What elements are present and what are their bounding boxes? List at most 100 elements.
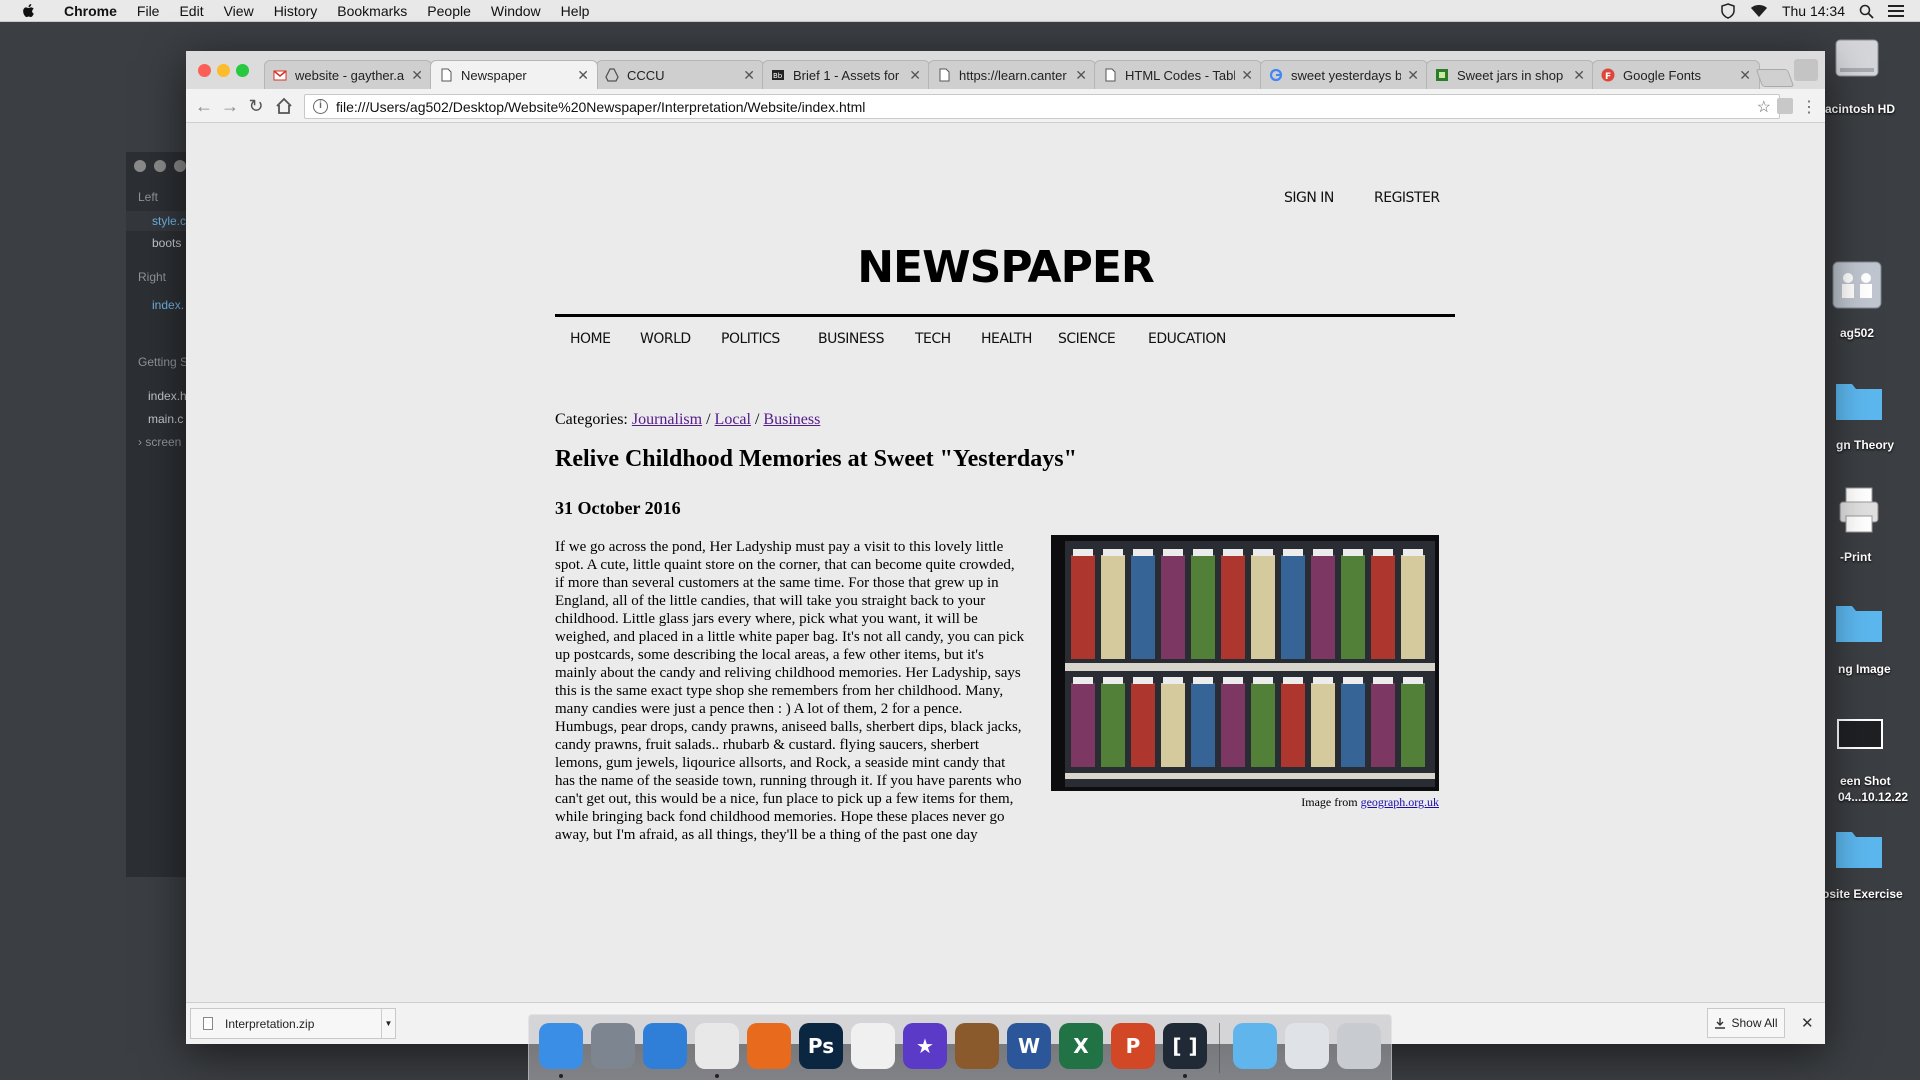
nav-health[interactable]: HEALTH [981, 331, 1032, 347]
folder-item-screenshots[interactable]: › screen [138, 435, 181, 449]
close-tab-icon[interactable]: ✕ [577, 67, 589, 84]
word-icon[interactable]: W [1007, 1023, 1051, 1069]
tab-newspaper[interactable]: Newspaper ✕ [430, 60, 598, 89]
photoshop-icon[interactable]: Ps [799, 1023, 843, 1069]
close-tab-icon[interactable]: ✕ [1075, 67, 1087, 84]
apple-menu-icon[interactable] [20, 2, 38, 20]
hard-drive-icon[interactable] [1832, 30, 1882, 82]
screenshot-icon[interactable] [1836, 714, 1884, 754]
shield-icon[interactable] [1720, 3, 1736, 19]
menu-history[interactable]: History [264, 0, 328, 22]
menu-view[interactable]: View [214, 0, 264, 22]
brackets-icon[interactable]: [ ] [1163, 1023, 1207, 1069]
close-icon[interactable]: ✕ [1801, 1014, 1814, 1032]
category-link-business[interactable]: Business [763, 411, 820, 428]
tab-google-fonts[interactable]: F Google Fonts ✕ [1592, 60, 1760, 89]
wifi-icon[interactable] [1750, 4, 1768, 18]
downloads-stack-icon[interactable] [1285, 1023, 1329, 1069]
sign-in-link[interactable]: SIGN IN [1284, 190, 1334, 206]
tab-strip: website - gayther.a ✕ Newspaper ✕ CCCU ✕… [186, 51, 1825, 89]
category-link-local[interactable]: Local [715, 411, 751, 428]
file-item-index[interactable]: index. [152, 298, 184, 312]
file-item-style[interactable]: style.c [152, 214, 186, 228]
close-tab-icon[interactable]: ✕ [411, 67, 423, 84]
tab-sweet-jars[interactable]: Sweet jars in shop ✕ [1426, 60, 1594, 89]
candy-jar [1281, 555, 1305, 659]
folder-icon[interactable] [1834, 826, 1884, 870]
safari-icon[interactable] [643, 1023, 687, 1069]
address-bar[interactable]: i file:///Users/ag502/Desktop/Website%20… [304, 94, 1780, 119]
nav-science[interactable]: SCIENCE [1058, 331, 1116, 347]
candy-jar [1101, 683, 1125, 767]
menu-bookmarks[interactable]: Bookmarks [327, 0, 417, 22]
menu-people[interactable]: People [417, 0, 481, 22]
nav-tech[interactable]: TECH [915, 331, 951, 347]
trash-icon[interactable] [1337, 1023, 1381, 1069]
minimize-window-button[interactable] [217, 64, 230, 77]
new-tab-button[interactable] [1755, 69, 1795, 87]
close-window-button[interactable] [198, 64, 211, 77]
photos-icon[interactable] [851, 1023, 895, 1069]
register-link[interactable]: REGISTER [1374, 190, 1440, 206]
chrome-menu-icon[interactable]: ⋮ [1801, 97, 1817, 117]
file-item-bootstrap[interactable]: boots [152, 236, 181, 250]
zoom-window-button[interactable] [236, 64, 249, 77]
notification-center-icon[interactable] [1888, 4, 1904, 18]
image-credit-link[interactable]: geograph.org.uk [1361, 795, 1439, 809]
close-tab-icon[interactable]: ✕ [1407, 67, 1419, 84]
close-tab-icon[interactable]: ✕ [909, 67, 921, 84]
close-tab-icon[interactable]: ✕ [1739, 67, 1751, 84]
profile-icon[interactable] [1794, 59, 1818, 81]
tab-brief[interactable]: Bb Brief 1 - Assets for ✕ [762, 60, 930, 89]
menu-help[interactable]: Help [551, 0, 600, 22]
printer-icon[interactable] [1834, 484, 1884, 536]
bookmark-star-icon[interactable]: ☆ [1757, 97, 1771, 117]
menu-window[interactable]: Window [481, 0, 551, 22]
show-all-downloads-button[interactable]: Show All [1707, 1008, 1785, 1038]
nav-education[interactable]: EDUCATION [1148, 331, 1226, 347]
nav-world[interactable]: WORLD [640, 331, 691, 347]
tab-website-gmail[interactable]: website - gayther.a ✕ [264, 60, 432, 89]
chrome-icon[interactable] [695, 1023, 739, 1069]
forward-arrow-icon[interactable]: → [220, 96, 240, 116]
nav-business[interactable]: BUSINESS [818, 331, 884, 347]
menu-file[interactable]: File [127, 0, 170, 22]
url-text[interactable]: file:///Users/ag502/Desktop/Website%20Ne… [336, 99, 1757, 115]
site-logo[interactable]: NEWSPAPER [186, 242, 1825, 293]
menu-app-name[interactable]: Chrome [54, 0, 127, 22]
extension-icon[interactable] [1777, 98, 1793, 114]
imovie-icon[interactable]: ★ [903, 1023, 947, 1069]
close-tab-icon[interactable]: ✕ [1573, 67, 1585, 84]
nav-home[interactable]: HOME [570, 331, 611, 347]
back-arrow-icon[interactable]: ← [194, 96, 214, 116]
site-info-icon[interactable]: i [313, 99, 328, 114]
tab-learn-canterbury[interactable]: https://learn.canter ✕ [928, 60, 1096, 89]
menu-clock[interactable]: Thu 14:34 [1782, 3, 1845, 19]
tab-google-search[interactable]: sweet yesterdays b ✕ [1260, 60, 1428, 89]
menu-edit[interactable]: Edit [169, 0, 213, 22]
download-item[interactable]: Interpretation.zip ▼ [190, 1008, 396, 1039]
nav-politics[interactable]: POLITICS [721, 331, 780, 347]
sweet-jars-photo[interactable] [1051, 535, 1439, 791]
finder-icon[interactable] [539, 1023, 583, 1069]
launchpad-icon[interactable] [591, 1023, 635, 1069]
category-link-journalism[interactable]: Journalism [632, 411, 702, 428]
close-tab-icon[interactable]: ✕ [743, 67, 755, 84]
spotlight-search-icon[interactable] [1859, 4, 1874, 19]
powerpoint-icon[interactable]: P [1111, 1023, 1155, 1069]
file-item-main[interactable]: main.c [148, 412, 183, 426]
home-icon[interactable] [274, 96, 294, 116]
firefox-icon[interactable] [747, 1023, 791, 1069]
folder-icon[interactable] [1233, 1023, 1277, 1069]
file-item-index-html[interactable]: index.h [148, 389, 187, 403]
excel-icon[interactable]: X [1059, 1023, 1103, 1069]
folder-icon[interactable] [1834, 600, 1884, 644]
folder-icon[interactable] [1834, 378, 1884, 422]
reload-icon[interactable]: ↻ [246, 96, 266, 116]
garageband-icon[interactable] [955, 1023, 999, 1069]
tab-cccu[interactable]: CCCU ✕ [596, 60, 764, 89]
close-tab-icon[interactable]: ✕ [1241, 67, 1253, 84]
network-users-icon[interactable] [1830, 256, 1884, 314]
tab-html-codes[interactable]: HTML Codes - Tabl ✕ [1094, 60, 1262, 89]
chevron-down-icon[interactable]: ▼ [381, 1009, 395, 1038]
